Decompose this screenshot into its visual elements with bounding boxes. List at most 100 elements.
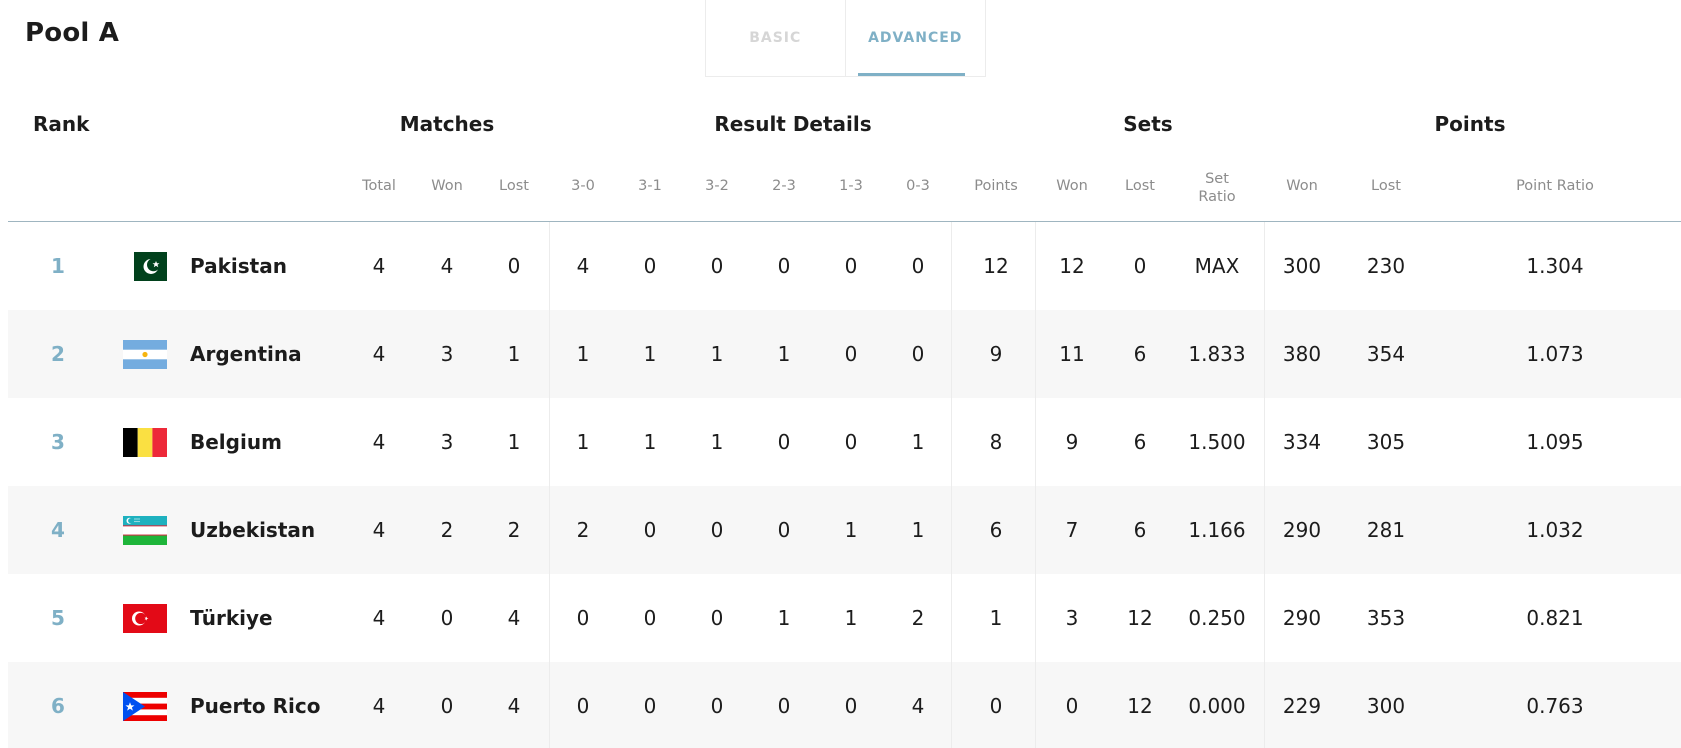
cell-points-won: 380 bbox=[1282, 342, 1322, 366]
table-row[interactable]: 1 Pakistan 4 4 0 4 0 0 0 0 0 12 12 0 MAX 300 230 1.304 bbox=[8, 222, 1681, 310]
cell-sets-won: 7 bbox=[1065, 518, 1079, 542]
table-row[interactable]: 4 Uzbekistan 4 2 2 2 0 0 0 1 1 6 7 6 1.166 290 281 1.032 bbox=[8, 486, 1681, 574]
cell-r32: 0 bbox=[710, 254, 724, 278]
view-tabs: BASIC ADVANCED bbox=[705, 0, 986, 77]
cell-points-lost: 281 bbox=[1366, 518, 1406, 542]
cell-r30: 4 bbox=[576, 254, 590, 278]
cell-r31: 0 bbox=[643, 254, 657, 278]
column-divider bbox=[1035, 222, 1036, 748]
cell-r23: 0 bbox=[777, 254, 791, 278]
col-points-won-header: Won bbox=[1286, 178, 1318, 194]
cell-sets-lost: 12 bbox=[1127, 694, 1153, 718]
cell-points-lost: 305 bbox=[1366, 430, 1406, 454]
cell-r31: 1 bbox=[643, 430, 657, 454]
cell-r32: 0 bbox=[710, 518, 724, 542]
table-row[interactable]: 2 Argentina 4 3 1 1 1 1 1 0 0 9 11 6 1.833 380 354 1.073 bbox=[8, 310, 1681, 398]
col-3-2-header: 3-2 bbox=[705, 178, 729, 194]
cell-r03: 2 bbox=[911, 606, 925, 630]
tab-basic[interactable]: BASIC bbox=[706, 0, 846, 76]
tab-advanced[interactable]: ADVANCED bbox=[846, 0, 986, 76]
cell-r30: 1 bbox=[576, 430, 590, 454]
cell-total: 4 bbox=[372, 694, 386, 718]
rank-cell: 3 bbox=[51, 430, 65, 454]
cell-point-ratio: 0.763 bbox=[1526, 694, 1584, 718]
cell-r23: 0 bbox=[777, 518, 791, 542]
table-row[interactable]: 5 Türkiye 4 0 4 0 0 0 1 1 2 1 3 12 0.250 290 353 0.821 bbox=[8, 574, 1681, 662]
country-name[interactable]: Uzbekistan bbox=[190, 486, 315, 574]
cell-sets-won: 9 bbox=[1065, 430, 1079, 454]
cell-points-lost: 353 bbox=[1366, 606, 1406, 630]
col-3-1-header: 3-1 bbox=[638, 178, 662, 194]
col-set-ratio-header: Set Ratio bbox=[1198, 170, 1235, 206]
country-name[interactable]: Argentina bbox=[190, 310, 302, 398]
cell-r30: 0 bbox=[576, 606, 590, 630]
cell-points: 1 bbox=[989, 606, 1003, 630]
cell-total: 4 bbox=[372, 430, 386, 454]
cell-sets-won: 3 bbox=[1065, 606, 1079, 630]
cell-sets-won: 11 bbox=[1059, 342, 1085, 366]
country-name[interactable]: Puerto Rico bbox=[190, 662, 320, 748]
cell-won: 0 bbox=[440, 606, 454, 630]
cell-points: 0 bbox=[989, 694, 1003, 718]
col-sets-won-header: Won bbox=[1056, 178, 1088, 194]
page-title: Pool A bbox=[25, 18, 120, 48]
cell-r03: 4 bbox=[911, 694, 925, 718]
cell-point-ratio: 1.032 bbox=[1526, 518, 1584, 542]
cell-points-won: 334 bbox=[1282, 430, 1322, 454]
cell-r30: 1 bbox=[576, 342, 590, 366]
cell-r13: 0 bbox=[844, 694, 858, 718]
turkiye-flag-icon bbox=[123, 604, 167, 633]
cell-r31: 0 bbox=[643, 606, 657, 630]
cell-sets-lost: 6 bbox=[1133, 430, 1147, 454]
country-name[interactable]: Türkiye bbox=[190, 574, 273, 662]
cell-r31: 1 bbox=[643, 342, 657, 366]
col-won-header: Won bbox=[431, 178, 463, 194]
cell-r13: 0 bbox=[844, 254, 858, 278]
set-ratio-line-2: Ratio bbox=[1198, 189, 1236, 205]
column-divider bbox=[1264, 222, 1265, 748]
cell-r23: 0 bbox=[777, 430, 791, 454]
cell-r32: 1 bbox=[710, 342, 724, 366]
col-sets-lost-header: Lost bbox=[1125, 178, 1155, 194]
cell-lost: 1 bbox=[507, 430, 521, 454]
cell-points: 9 bbox=[989, 342, 1003, 366]
table-row[interactable]: 3 Belgium 4 3 1 1 1 1 0 0 1 8 9 6 1.500 334 305 1.095 bbox=[8, 398, 1681, 486]
cell-r13: 0 bbox=[844, 430, 858, 454]
cell-sets-lost: 6 bbox=[1133, 342, 1147, 366]
cell-r30: 2 bbox=[576, 518, 590, 542]
cell-r31: 0 bbox=[643, 694, 657, 718]
cell-lost: 4 bbox=[507, 606, 521, 630]
country-name[interactable]: Belgium bbox=[190, 398, 282, 486]
cell-sets-lost: 6 bbox=[1133, 518, 1147, 542]
cell-r23: 0 bbox=[777, 694, 791, 718]
column-divider bbox=[549, 222, 550, 748]
cell-points-lost: 354 bbox=[1366, 342, 1406, 366]
cell-points-won: 300 bbox=[1282, 254, 1322, 278]
table-row[interactable]: 6 Puerto Rico 4 0 4 0 0 0 0 0 4 0 0 12 0.000 229 300 0.76… bbox=[8, 662, 1681, 748]
col-points-lost-header: Lost bbox=[1371, 178, 1401, 194]
rank-header: Rank bbox=[33, 112, 90, 136]
cell-points: 8 bbox=[989, 430, 1003, 454]
cell-total: 4 bbox=[372, 254, 386, 278]
rank-cell: 4 bbox=[51, 518, 65, 542]
cell-set-ratio: MAX bbox=[1194, 254, 1240, 278]
cell-points-won: 290 bbox=[1282, 518, 1322, 542]
cell-point-ratio: 1.095 bbox=[1526, 430, 1584, 454]
cell-lost: 4 bbox=[507, 694, 521, 718]
belgium-flag-icon bbox=[123, 428, 167, 457]
cell-won: 0 bbox=[440, 694, 454, 718]
cell-r03: 0 bbox=[911, 342, 925, 366]
cell-r13: 0 bbox=[844, 342, 858, 366]
cell-lost: 2 bbox=[507, 518, 521, 542]
cell-point-ratio: 0.821 bbox=[1526, 606, 1584, 630]
col-1-3-header: 1-3 bbox=[839, 178, 863, 194]
matches-header: Matches bbox=[399, 112, 495, 136]
points-header: Points bbox=[1434, 112, 1506, 136]
column-divider bbox=[951, 222, 952, 748]
result-details-header: Result Details bbox=[714, 112, 872, 136]
cell-points-lost: 300 bbox=[1366, 694, 1406, 718]
rank-cell: 6 bbox=[51, 694, 65, 718]
col-2-3-header: 2-3 bbox=[772, 178, 796, 194]
cell-r23: 1 bbox=[777, 606, 791, 630]
country-name[interactable]: Pakistan bbox=[190, 222, 287, 310]
